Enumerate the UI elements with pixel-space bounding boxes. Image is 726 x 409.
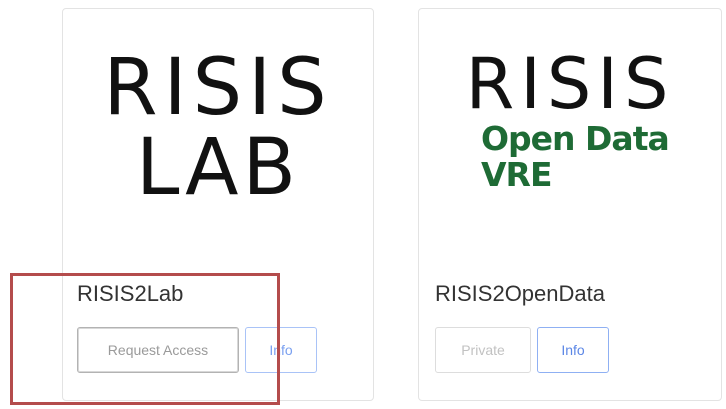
risis-open-data-logo: RISIS Open Data VRE (419, 49, 721, 192)
private-button[interactable]: Private (435, 327, 531, 373)
logo-text-line-2: LAB (135, 123, 301, 213)
service-card-risis2lab: RISIS LAB RISIS2Lab Request Access Info (62, 8, 374, 401)
info-button[interactable]: Info (245, 327, 317, 373)
logo-text-line-1: RISIS (465, 43, 675, 125)
request-access-button[interactable]: Request Access (77, 327, 239, 373)
logo-text-line-1: RISIS (103, 43, 333, 133)
logo-subtext-vre: VRE (481, 154, 553, 194)
card-title: RISIS2Lab (77, 281, 184, 306)
risis-lab-logo: RISIS LAB (63, 49, 373, 207)
logo-subtext-open-data: Open Data (481, 119, 670, 158)
card-title: RISIS2OpenData (435, 281, 605, 306)
service-card-risis2opendata: RISIS Open Data VRE RISIS2OpenData Priva… (418, 8, 722, 401)
info-button[interactable]: Info (537, 327, 609, 373)
